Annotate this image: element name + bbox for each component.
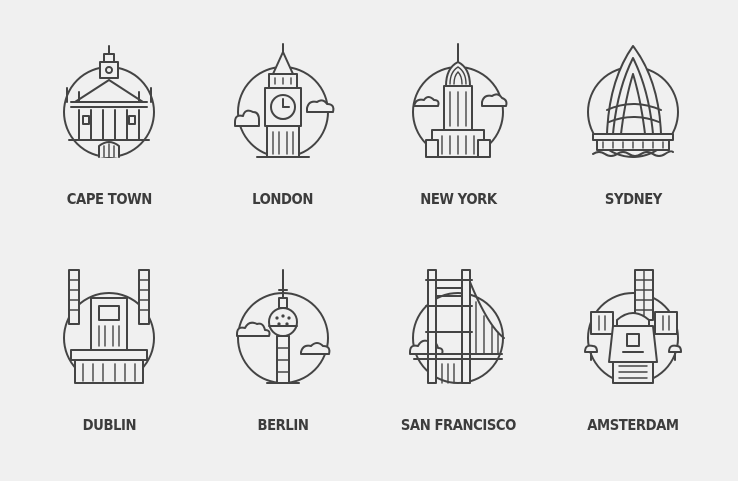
city-card-amsterdam: AMSTERDAM [558, 266, 708, 466]
city-card-sydney: SYDNEY [558, 40, 708, 240]
city-label: BERLIN [257, 416, 309, 434]
city-label: AMSTERDAM [587, 416, 679, 434]
amsterdam-windmill-icon [573, 266, 693, 396]
city-card-dublin: DUBLIN [34, 266, 184, 466]
golden-gate-bridge-icon [398, 266, 518, 396]
city-card-london: LONDON [208, 40, 358, 240]
dublin-building-icon [49, 266, 169, 396]
city-card-new-york: NEW YORK [383, 40, 533, 240]
city-card-cape-town: CAPE TOWN [34, 40, 184, 240]
city-label: SAN FRANCISCO [400, 416, 516, 434]
city-label: CAPE TOWN [66, 190, 152, 208]
chrysler-building-icon [398, 40, 518, 170]
city-card-san-francisco: SAN FRANCISCO [383, 266, 533, 466]
city-label: DUBLIN [82, 416, 136, 434]
berlin-tv-tower-icon [223, 266, 343, 396]
city-label: SYDNEY [604, 190, 662, 208]
cape-town-city-hall-icon [49, 40, 169, 170]
city-icon-grid: CAPE TOWN LONDON NEW YORK SYDNEY DUBLIN … [0, 0, 738, 481]
city-card-berlin: BERLIN [208, 266, 358, 466]
sydney-opera-house-icon [573, 40, 693, 170]
big-ben-icon [223, 40, 343, 170]
city-label: LONDON [252, 190, 314, 208]
city-label: NEW YORK [419, 190, 497, 208]
